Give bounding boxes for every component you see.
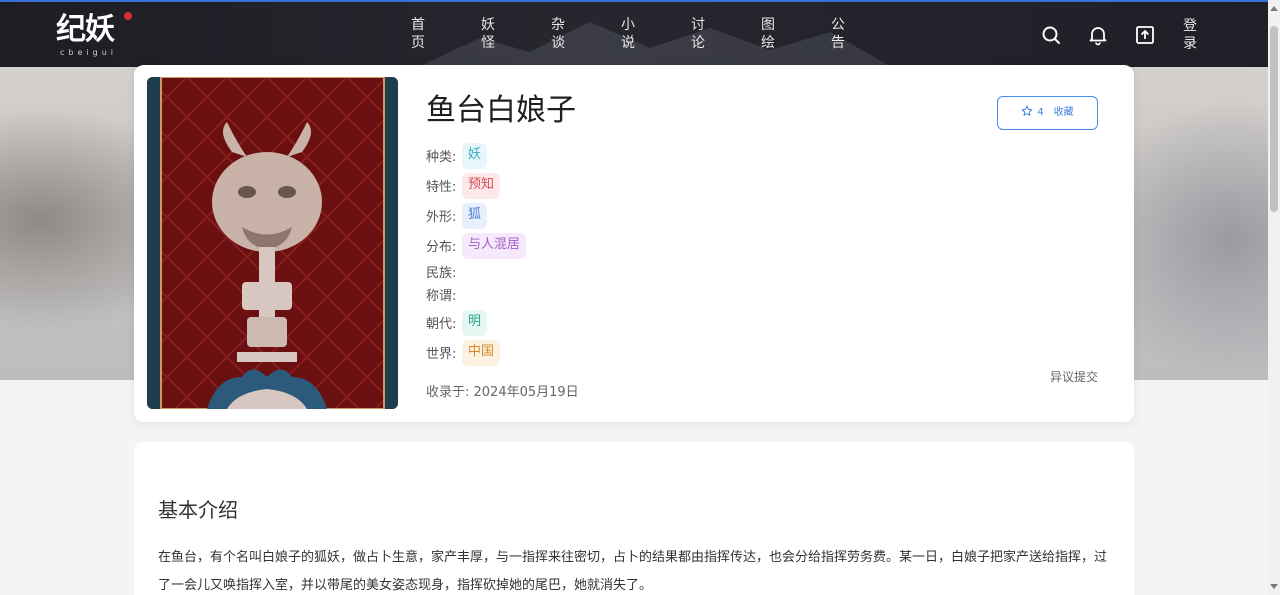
bell-icon[interactable] xyxy=(1087,24,1109,46)
nav-item-essays[interactable]: 杂 谈 xyxy=(548,16,568,52)
attr-row-trait: 特性: 预知 xyxy=(426,173,501,201)
favorite-count: 4 xyxy=(1037,107,1044,118)
logo-seal-dot xyxy=(124,12,132,20)
attr-label: 分布: xyxy=(426,239,457,255)
favorite-label: 收藏 xyxy=(1053,107,1074,118)
login-link[interactable]: 登 录 xyxy=(1180,17,1200,53)
attr-label: 特性: xyxy=(426,179,457,195)
tag-dynasty[interactable]: 明 xyxy=(462,310,488,336)
attr-label: 世界: xyxy=(426,346,457,362)
nav-item-announcements[interactable]: 公 告 xyxy=(828,16,848,52)
entry-title: 鱼台白娘子 xyxy=(426,93,576,128)
logo-text: 纪妖 xyxy=(56,12,115,47)
attr-label: 种类: xyxy=(426,149,457,165)
intro-card: 基本介绍 在鱼台，有个名叫白娘子的狐妖，做占卜生意，家产丰厚，与一指挥来往密切，… xyxy=(134,442,1134,595)
attr-label: 朝代: xyxy=(426,316,457,332)
attr-row-world: 世界: 中国 xyxy=(426,340,501,368)
favorite-button[interactable]: 4 收藏 xyxy=(997,96,1098,130)
intro-text: 在鱼台，有个名叫白娘子的狐妖，做占卜生意，家产丰厚，与一指挥来往密切，占卜的结果… xyxy=(158,550,1108,593)
tag-form[interactable]: 狐 xyxy=(462,203,488,229)
search-icon[interactable] xyxy=(1040,24,1062,46)
star-icon xyxy=(1022,105,1033,116)
scroll-down-arrow-icon[interactable] xyxy=(1270,584,1278,589)
entry-card: 鱼台白娘子 4 收藏 种类: 妖 特性: 预知 外形: 狐 分布: 与人混居 民族: 称谓… xyxy=(134,65,1134,422)
attr-row-distribution: 分布: 与人混居 xyxy=(426,233,527,261)
scroll-up-arrow-icon[interactable] xyxy=(1270,6,1278,11)
attr-row-form: 外形: 狐 xyxy=(426,203,488,231)
recorded-date: 收录于: 2024年05月19日 xyxy=(426,385,579,400)
cover-illustration xyxy=(147,77,398,409)
tag-trait[interactable]: 预知 xyxy=(462,173,501,199)
nav-item-illustrations[interactable]: 图 绘 xyxy=(758,16,778,52)
nav-item-discussion[interactable]: 讨 论 xyxy=(688,16,708,52)
scroll-thumb[interactable] xyxy=(1270,26,1278,212)
top-navigation-bar: 纪妖 cbeigui 首 页 妖 怪 杂 谈 小 说 讨 论 图 绘 公 告 登… xyxy=(0,0,1268,67)
nav-item-yokai[interactable]: 妖 怪 xyxy=(478,16,498,52)
intro-title: 基本介绍 xyxy=(158,498,238,522)
attr-row-type: 种类: 妖 xyxy=(426,143,488,171)
upload-icon[interactable] xyxy=(1134,24,1156,46)
attr-label: 外形: xyxy=(426,209,457,225)
report-link[interactable]: 异议提交 xyxy=(1050,368,1098,386)
attr-row-dynasty: 朝代: 明 xyxy=(426,310,488,338)
nav-item-novels[interactable]: 小 说 xyxy=(618,16,638,52)
logo-subtext: cbeigui xyxy=(60,48,117,57)
tag-type[interactable]: 妖 xyxy=(462,143,488,169)
site-logo[interactable]: 纪妖 cbeigui xyxy=(56,12,146,64)
page-scrollbar[interactable] xyxy=(1268,0,1280,595)
tag-distribution[interactable]: 与人混居 xyxy=(462,233,527,259)
nav-item-home[interactable]: 首 页 xyxy=(408,16,428,52)
attr-row-title: 称谓: xyxy=(426,283,462,311)
tag-world[interactable]: 中国 xyxy=(462,340,501,366)
cover-image xyxy=(147,77,398,409)
attr-label: 称谓: xyxy=(426,289,457,304)
